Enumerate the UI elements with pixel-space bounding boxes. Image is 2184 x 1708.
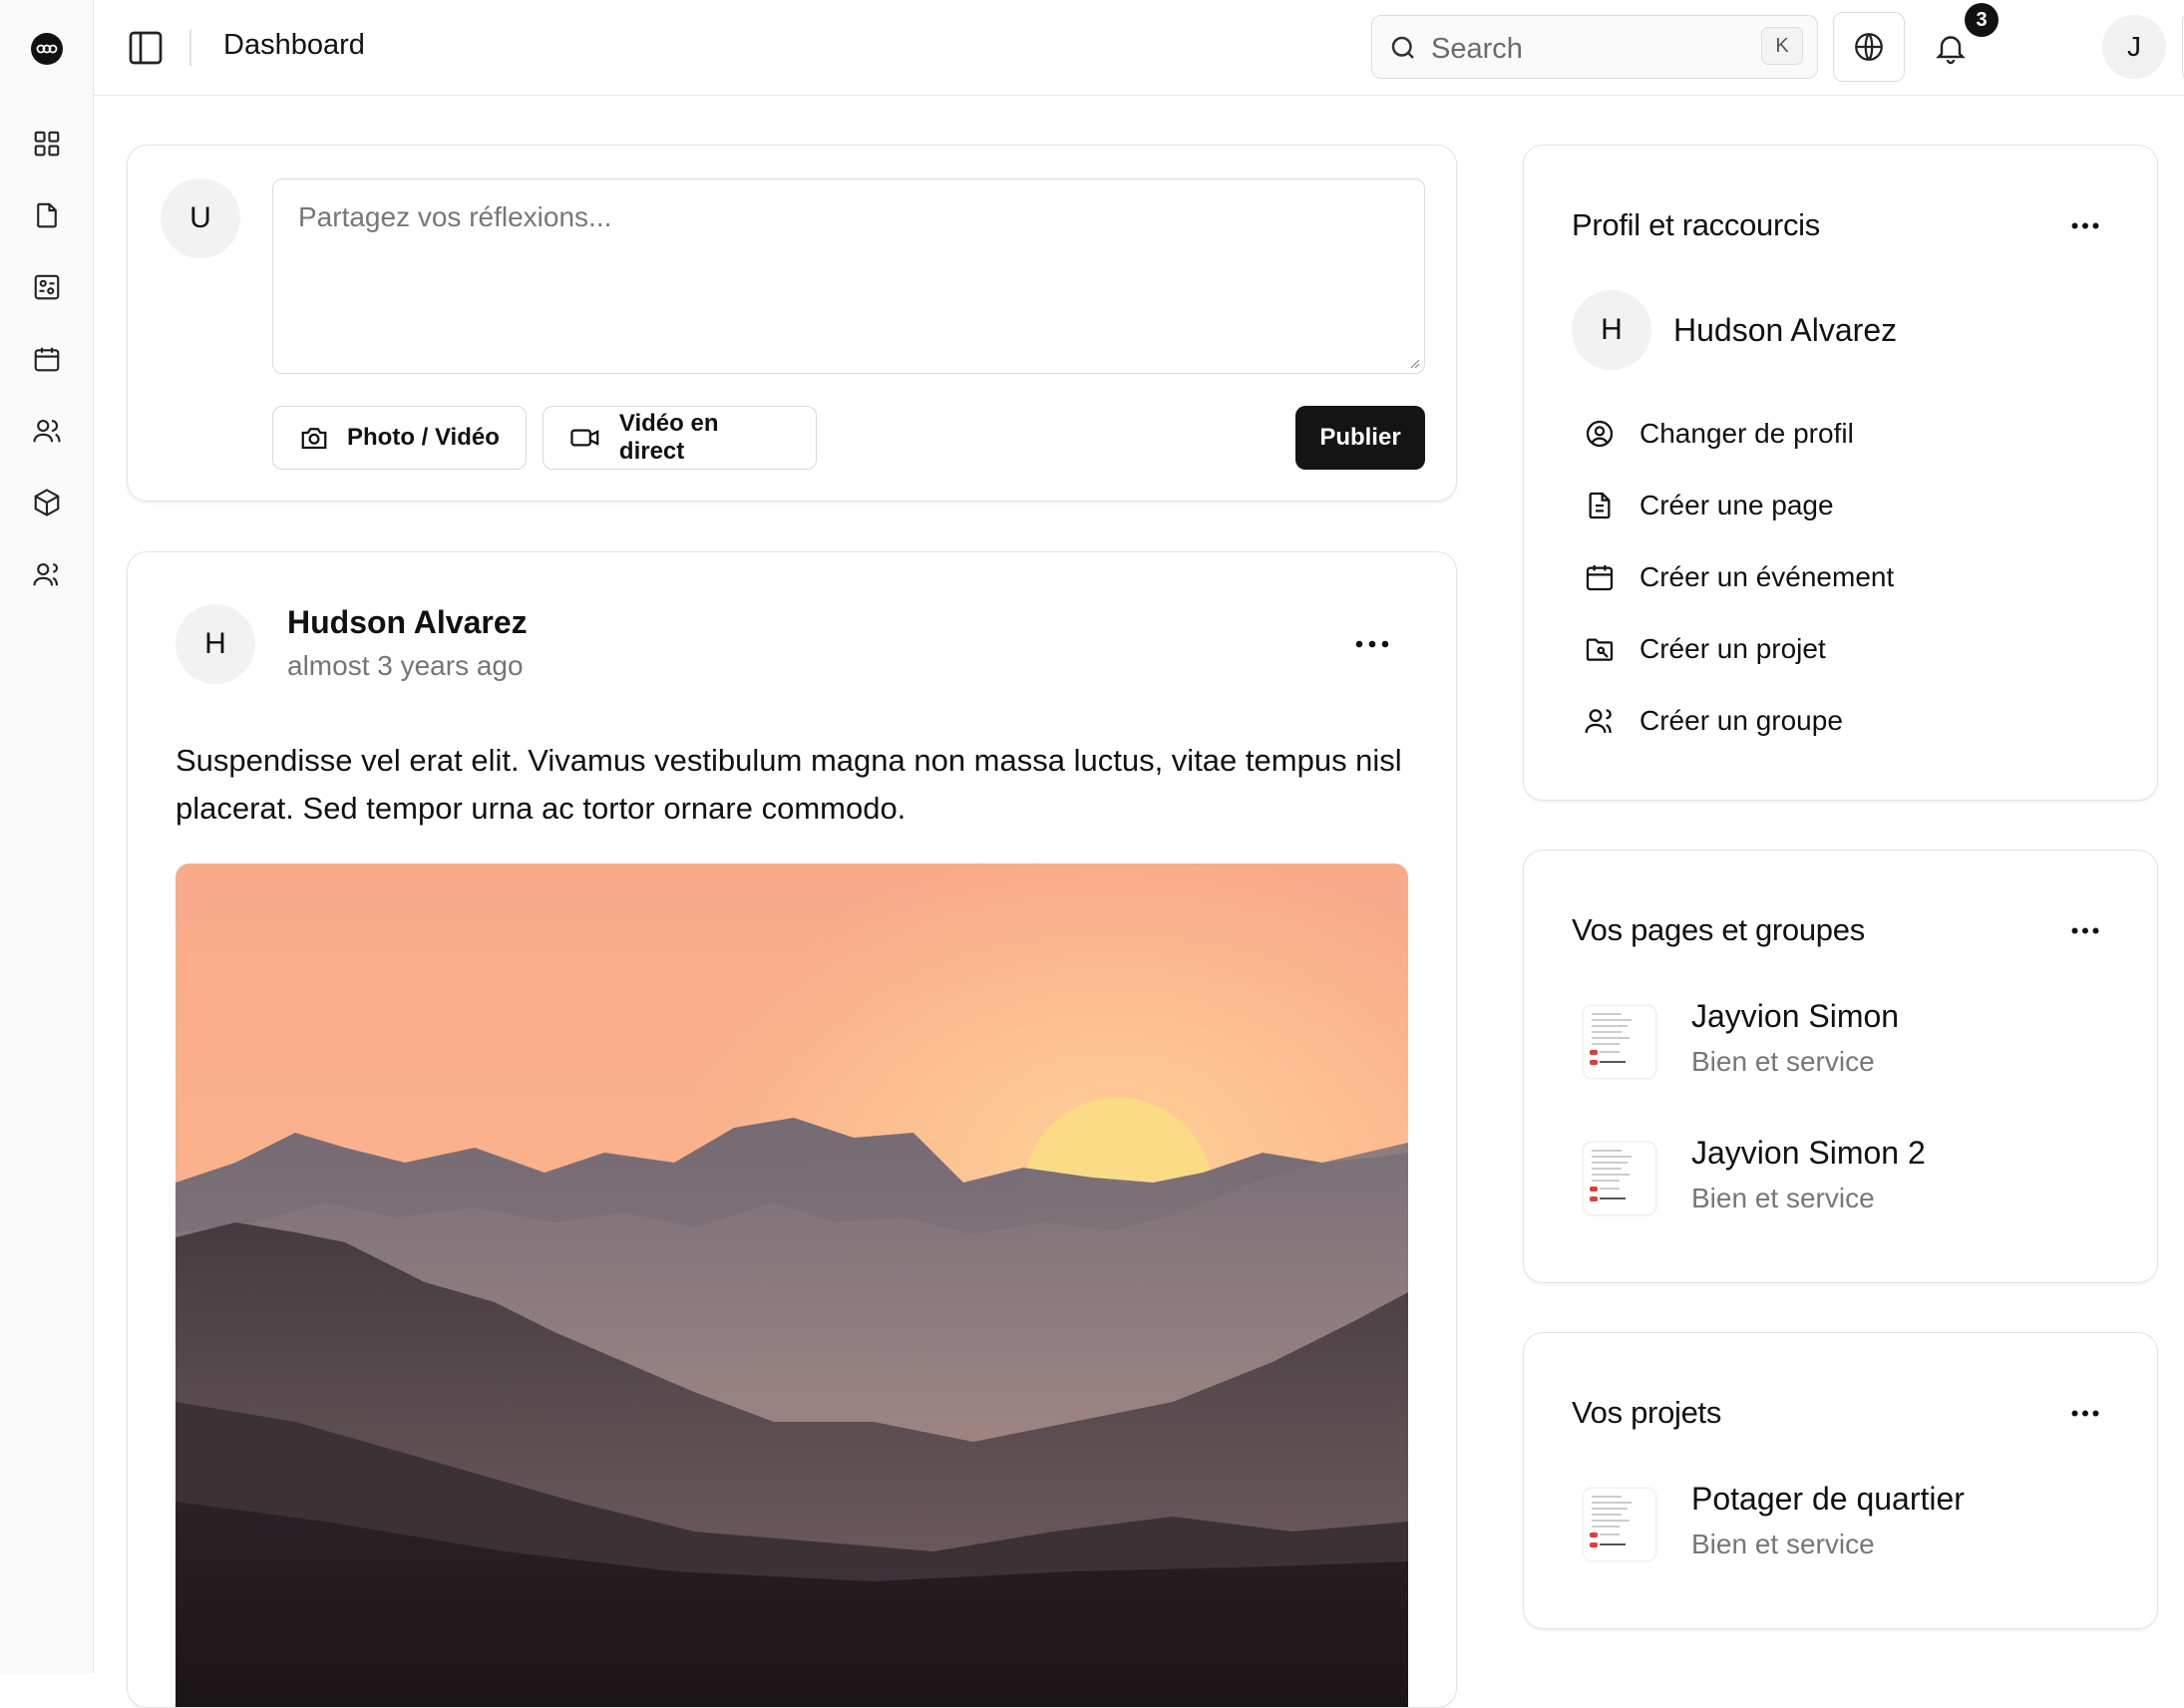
- avatar: U: [161, 178, 240, 258]
- sidebar-item-dashboard[interactable]: [28, 125, 66, 163]
- video-camera-icon: [570, 429, 599, 447]
- page-subtitle: Bien et service: [1691, 1046, 1875, 1077]
- search-input[interactable]: Search K: [1371, 15, 1818, 79]
- shortcut-create-group[interactable]: Créer un groupe: [1584, 701, 1843, 741]
- search-placeholder: Search: [1431, 33, 1523, 65]
- language-button[interactable]: [1833, 12, 1905, 82]
- list-item[interactable]: Jayvion Simon 2 Bien et service: [1572, 1135, 2130, 1224]
- folder-project-icon: [1586, 638, 1614, 661]
- topbar: Dashboard Search K 3 J: [94, 0, 2184, 96]
- box-icon: [34, 489, 60, 516]
- page-name: Jayvion Simon 2: [1691, 1135, 1926, 1171]
- group-icon: [33, 562, 59, 586]
- sidebar-item-projects[interactable]: [28, 268, 66, 306]
- shortcut-change-profile[interactable]: Changer de profil: [1584, 414, 1854, 454]
- profile-avatar[interactable]: H: [1572, 290, 1651, 370]
- shortcut-label: Créer un groupe: [1639, 705, 1843, 736]
- search-icon: [1391, 36, 1414, 59]
- shortcut-label: Créer une page: [1639, 490, 1834, 520]
- list-item[interactable]: Potager de quartier Bien et service: [1572, 1481, 2130, 1570]
- profile-name[interactable]: Hudson Alvarez: [1673, 312, 1897, 349]
- post-card: H Hudson Alvarez almost 3 years ago Susp…: [127, 551, 1457, 1708]
- composer-card: U Partagez vos réflexions... Photo / Vid…: [127, 145, 1457, 502]
- page-thumbnail: [1584, 1143, 1655, 1214]
- pages-groups-card: Vos pages et groupes Jayvion Simon Bien …: [1523, 850, 2158, 1283]
- globe-icon: [1855, 33, 1883, 61]
- project-thumbnail: [1584, 1489, 1655, 1560]
- sidebar-item-products[interactable]: [28, 484, 66, 521]
- sidebar-item-groups[interactable]: [28, 555, 66, 593]
- file-icon: [37, 202, 57, 228]
- post-timestamp: almost 3 years ago: [287, 650, 524, 681]
- shortcut-label: Changer de profil: [1639, 418, 1854, 449]
- projects-card-title: Vos projets: [1572, 1395, 1722, 1430]
- post-body: Suspendisse vel erat elit. Vivamus vesti…: [176, 743, 1402, 826]
- photo-video-label: Photo / Vidéo: [347, 424, 500, 451]
- shortcut-create-event[interactable]: Créer un événement: [1584, 557, 1894, 597]
- page-title: Dashboard: [223, 29, 365, 61]
- sidebar-item-calendar[interactable]: [28, 340, 66, 378]
- kanban-icon: [34, 274, 60, 300]
- grid-icon: [34, 131, 60, 157]
- pages-card-more-button[interactable]: [2063, 918, 2107, 942]
- list-item[interactable]: Jayvion Simon Bien et service: [1572, 998, 2130, 1088]
- topbar-divider: [189, 30, 191, 66]
- more-horizontal-icon: [2071, 1410, 2099, 1416]
- post-image[interactable]: [176, 863, 1408, 1707]
- profile-card-more-button[interactable]: [2063, 213, 2107, 237]
- post-input-placeholder: Partagez vos réflexions...: [298, 201, 612, 232]
- projects-card: Vos projets Potager de quartier Bien et …: [1523, 1332, 2158, 1629]
- post-author[interactable]: Hudson Alvarez: [287, 604, 528, 641]
- sidebar-toggle-button[interactable]: [124, 26, 168, 70]
- photo-video-button[interactable]: Photo / Vidéo: [272, 406, 527, 470]
- project-name: Potager de quartier: [1691, 1481, 1965, 1517]
- calendar-icon: [1586, 565, 1614, 591]
- sidebar-item-pages[interactable]: [28, 196, 66, 234]
- pages-card-title: Vos pages et groupes: [1572, 912, 1865, 947]
- live-video-label: Vidéo en direct: [618, 410, 719, 465]
- camera-icon: [301, 428, 327, 450]
- shortcut-label: Créer un événement: [1639, 561, 1895, 592]
- bell-icon: [1936, 36, 1966, 65]
- author-avatar[interactable]: H: [176, 604, 255, 684]
- profile-card-title: Profil et raccourcis: [1572, 207, 1820, 242]
- resize-grip-icon[interactable]: [1406, 355, 1420, 369]
- shortcut-create-page[interactable]: Créer une page: [1584, 486, 1834, 525]
- post-input[interactable]: Partagez vos réflexions...: [272, 178, 1425, 374]
- publish-button[interactable]: Publier: [1295, 406, 1425, 470]
- profile-shortcuts-card: Profil et raccourcis H Hudson Alvarez Ch…: [1523, 145, 2158, 801]
- document-icon: [1589, 492, 1611, 519]
- more-horizontal-icon: [1355, 640, 1389, 648]
- page-name: Jayvion Simon: [1691, 998, 1900, 1034]
- sidebar-toggle-icon: [129, 31, 163, 65]
- notification-badge: 3: [1965, 3, 1999, 37]
- projects-card-more-button[interactable]: [2063, 1401, 2107, 1425]
- live-video-button[interactable]: Vidéo en direct: [543, 406, 817, 470]
- user-avatar[interactable]: J: [2102, 15, 2166, 79]
- more-horizontal-icon: [2071, 222, 2099, 228]
- users-icon: [33, 419, 61, 443]
- sidebar-item-users[interactable]: [28, 412, 66, 450]
- page-subtitle: Bien et service: [1691, 1183, 1875, 1213]
- user-circle-icon: [1586, 420, 1614, 448]
- shortcut-create-project[interactable]: Créer un projet: [1584, 629, 1826, 669]
- page-thumbnail: [1584, 1006, 1655, 1078]
- post-more-button[interactable]: [1350, 632, 1394, 656]
- shortcut-label: Créer un projet: [1639, 633, 1826, 664]
- calendar-icon: [34, 347, 60, 372]
- sidebar: [0, 0, 94, 1673]
- search-shortcut: K: [1761, 27, 1803, 65]
- group-icon: [1585, 709, 1612, 734]
- app-logo[interactable]: [31, 33, 63, 65]
- project-subtitle: Bien et service: [1691, 1529, 1875, 1559]
- more-horizontal-icon: [2071, 927, 2099, 933]
